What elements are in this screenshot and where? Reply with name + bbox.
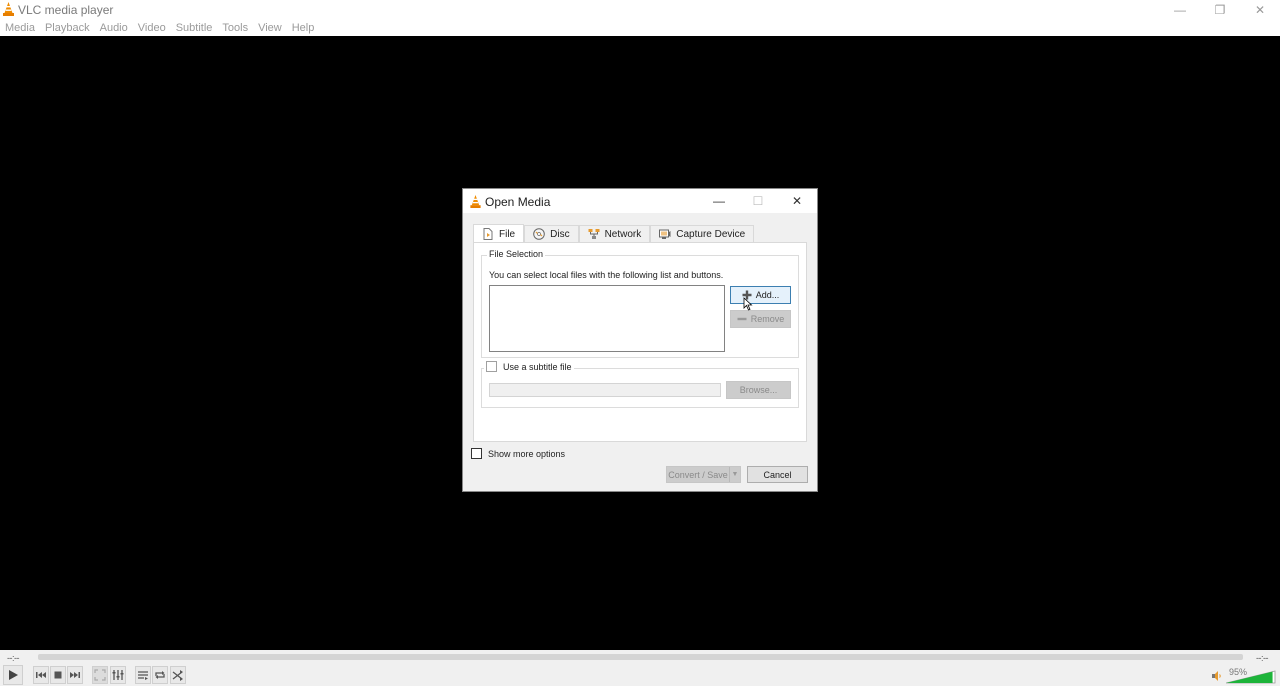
extended-settings-button[interactable] — [110, 666, 126, 684]
playlist-icon — [138, 671, 148, 680]
play-icon — [9, 670, 18, 680]
file-icon — [483, 228, 493, 240]
browse-button[interactable]: Browse... — [726, 381, 791, 399]
dialog-tabs: File Disc Network Capture Device — [473, 224, 755, 243]
show-more-options-label[interactable]: Show more options — [488, 449, 565, 459]
loop-button[interactable] — [152, 666, 168, 684]
shuffle-button[interactable] — [170, 666, 186, 684]
menu-view[interactable]: View — [258, 22, 282, 34]
equalizer-icon — [112, 670, 124, 680]
tab-file[interactable]: File — [473, 224, 525, 243]
network-icon — [588, 229, 600, 239]
menu-playback[interactable]: Playback — [45, 22, 90, 34]
stop-button[interactable] — [50, 666, 66, 684]
tab-network[interactable]: Network — [578, 225, 651, 242]
playlist-button[interactable] — [135, 666, 151, 684]
play-button[interactable] — [3, 665, 23, 685]
minimize-icon: — — [1174, 2, 1186, 17]
file-list[interactable] — [489, 285, 725, 352]
title-bar: VLC media player — ❐ ✕ — [0, 0, 1280, 19]
open-media-dialog: Open Media — ☐ ✕ File Disc Network Captu… — [462, 188, 818, 492]
speaker-icon[interactable] — [1211, 670, 1223, 682]
restore-icon: ❐ — [1214, 2, 1226, 17]
disc-icon — [533, 228, 545, 240]
close-icon: ✕ — [1254, 2, 1266, 17]
tab-disc[interactable]: Disc — [524, 225, 579, 242]
minimize-icon: — — [713, 194, 725, 208]
convert-save-label: Convert / Save — [667, 467, 730, 482]
stop-icon — [54, 671, 62, 679]
add-button-label: Add... — [755, 290, 780, 300]
vlc-cone-icon — [3, 2, 14, 16]
previous-icon — [36, 672, 46, 678]
add-button[interactable]: Add... — [730, 286, 791, 304]
subtitle-group-header: Use a subtitle file — [484, 361, 574, 372]
close-button[interactable]: ✕ — [1240, 0, 1280, 19]
mouse-pointer-icon — [743, 297, 753, 311]
chevron-down-icon[interactable]: ▼ — [730, 467, 740, 482]
subtitle-path-input[interactable] — [489, 383, 721, 397]
file-tab-panel: File Selection You can select local file… — [473, 242, 807, 442]
restore-button[interactable]: ❐ — [1200, 0, 1240, 19]
minus-icon — [737, 317, 747, 321]
dialog-maximize-button[interactable]: ☐ — [739, 189, 777, 213]
menu-audio[interactable]: Audio — [100, 22, 128, 34]
dialog-title: Open Media — [485, 195, 551, 209]
menu-subtitle[interactable]: Subtitle — [176, 22, 213, 34]
cancel-button-label: Cancel — [763, 469, 792, 480]
vlc-cone-icon — [470, 195, 481, 208]
show-more-options[interactable]: Show more options — [471, 448, 565, 459]
tab-capture-device[interactable]: Capture Device — [650, 225, 755, 242]
dialog-minimize-button[interactable]: — — [700, 189, 738, 213]
total-time: --:-- — [1256, 653, 1269, 663]
menu-media[interactable]: Media — [5, 22, 35, 34]
menu-video[interactable]: Video — [138, 22, 166, 34]
file-selection-label: File Selection — [487, 249, 546, 259]
capture-device-icon — [659, 229, 671, 239]
dialog-title-bar: Open Media — ☐ ✕ — [463, 189, 817, 213]
use-subtitle-checkbox[interactable] — [486, 361, 497, 372]
elapsed-time: --:-- — [7, 653, 20, 663]
tab-file-label: File — [499, 228, 516, 240]
next-button[interactable] — [67, 666, 83, 684]
vlc-main-window: VLC media player — ❐ ✕ Media Playback Au… — [0, 0, 1280, 686]
remove-button[interactable]: Remove — [730, 310, 791, 328]
control-buttons: 95% — [0, 664, 1280, 686]
fullscreen-icon — [94, 669, 106, 681]
dialog-close-button[interactable]: ✕ — [778, 189, 816, 213]
cancel-button[interactable]: Cancel — [747, 466, 808, 483]
show-more-options-checkbox[interactable] — [471, 448, 482, 459]
volume-slider[interactable] — [1226, 670, 1276, 684]
browse-button-label: Browse... — [739, 385, 778, 395]
maximize-icon: ☐ — [752, 194, 764, 208]
minimize-button[interactable]: — — [1160, 0, 1200, 19]
subtitle-group: Use a subtitle file Browse... — [481, 361, 799, 408]
tab-disc-label: Disc — [550, 228, 570, 240]
seek-slider[interactable] — [38, 654, 1243, 660]
menu-tools[interactable]: Tools — [222, 22, 248, 34]
seek-row: --:-- --:-- — [0, 650, 1280, 664]
file-selection-description: You can select local files with the foll… — [489, 270, 724, 280]
loop-icon — [155, 671, 165, 679]
use-subtitle-label[interactable]: Use a subtitle file — [503, 362, 572, 372]
player-controls: --:-- --:-- 95% — [0, 650, 1280, 686]
tab-network-label: Network — [604, 228, 642, 240]
remove-button-label: Remove — [750, 314, 785, 324]
menu-bar: Media Playback Audio Video Subtitle Tool… — [0, 19, 1280, 36]
window-title: VLC media player — [18, 3, 114, 17]
shuffle-icon — [172, 670, 183, 681]
next-icon — [70, 672, 80, 678]
convert-save-button[interactable]: Convert / Save ▼ — [666, 466, 741, 483]
fullscreen-button[interactable] — [92, 666, 108, 684]
tab-capture-device-label: Capture Device — [676, 228, 746, 240]
close-icon: ✕ — [791, 194, 803, 208]
menu-help[interactable]: Help — [292, 22, 315, 34]
previous-button[interactable] — [33, 666, 49, 684]
